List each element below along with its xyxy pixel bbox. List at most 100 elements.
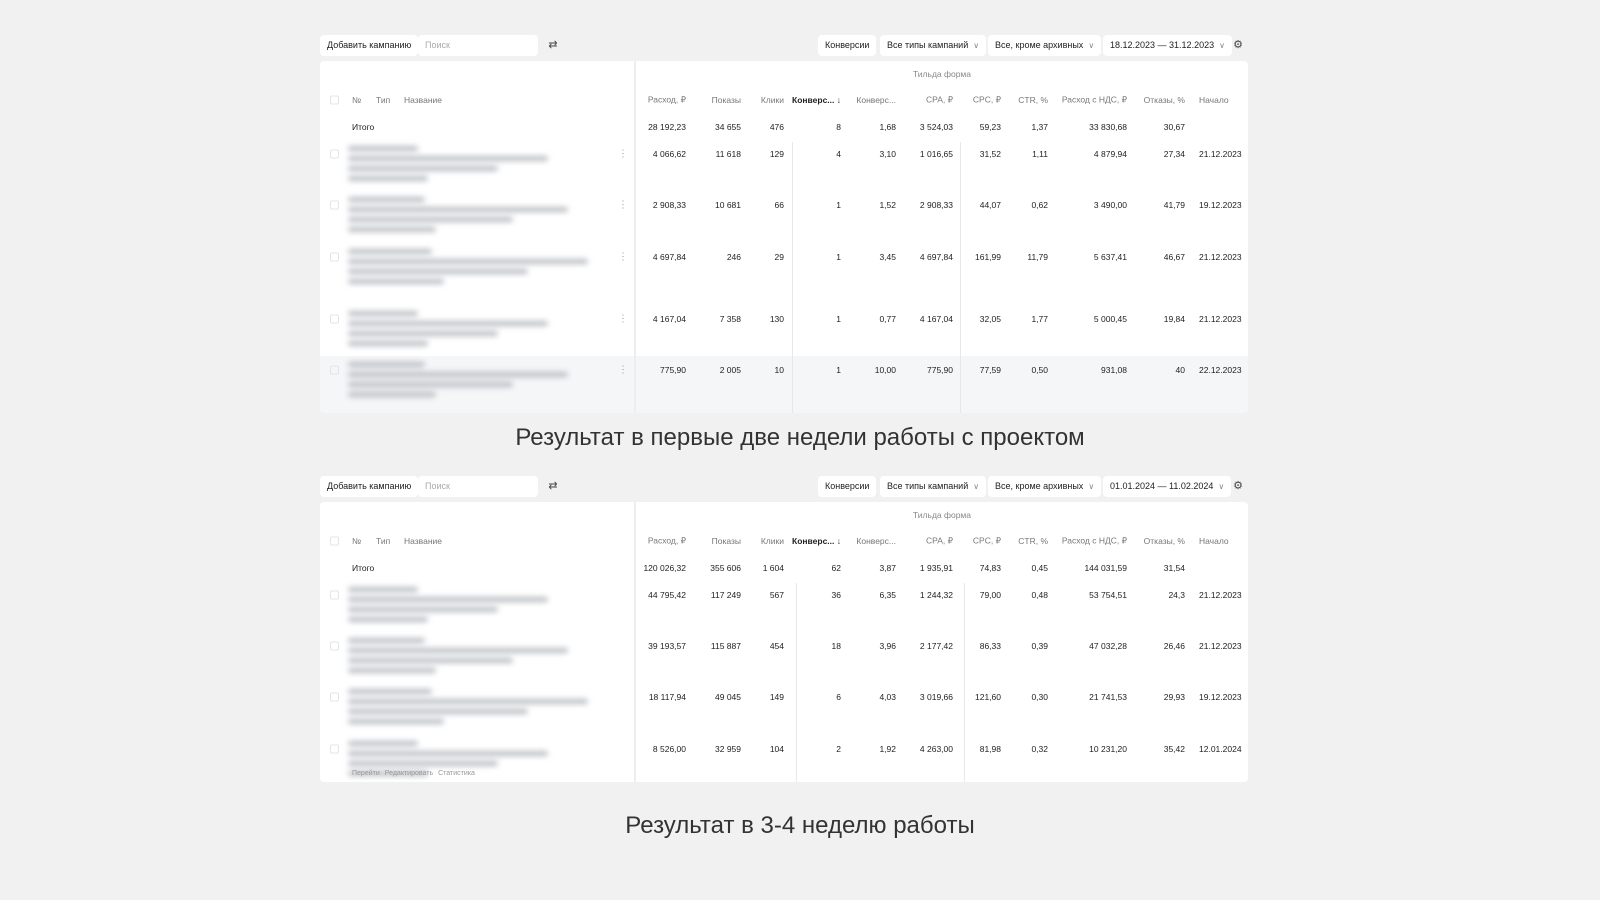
row-checkbox[interactable] bbox=[330, 314, 339, 324]
table-cell: 0,30 bbox=[1031, 692, 1048, 702]
row-checkbox[interactable] bbox=[330, 149, 339, 159]
column-header[interactable]: Клики bbox=[761, 95, 784, 105]
campaign-types-dropdown[interactable]: Все типы кампаний ∨ bbox=[880, 35, 987, 56]
row-menu-icon[interactable]: ⋮ bbox=[618, 365, 628, 376]
table-cell: 775,90 bbox=[927, 365, 953, 375]
column-header[interactable]: Название bbox=[404, 536, 442, 546]
column-header[interactable]: Отказы, % bbox=[1144, 536, 1185, 546]
row-actions: Перейти Редактировать Статистика bbox=[352, 770, 480, 777]
campaign-name-blurred[interactable] bbox=[348, 146, 548, 186]
column-header[interactable]: Начало bbox=[1199, 536, 1229, 546]
column-header[interactable]: Клики bbox=[761, 536, 784, 546]
column-header[interactable]: Конверс... bbox=[856, 95, 896, 105]
campaign-types-dropdown[interactable]: Все типы кампаний ∨ bbox=[880, 476, 987, 497]
column-header[interactable]: CPC, ₽ bbox=[973, 536, 1001, 547]
table-cell: 10 681 bbox=[715, 200, 741, 210]
column-header[interactable]: Название bbox=[404, 95, 442, 105]
toolbar: Добавить кампанию Поиск ⇄ Конверсии Все типы… bbox=[320, 476, 1248, 498]
column-header[interactable]: Расход с НДС, ₽ bbox=[1062, 536, 1127, 547]
column-header[interactable]: Отказы, % bbox=[1144, 95, 1185, 105]
column-header[interactable]: Показы bbox=[712, 536, 741, 546]
row-checkbox[interactable] bbox=[330, 365, 339, 375]
table-cell: 1,77 bbox=[1031, 314, 1048, 324]
total-value: 355 606 bbox=[710, 563, 741, 573]
row-menu-icon[interactable]: ⋮ bbox=[618, 200, 628, 211]
gear-icon[interactable]: ⚙ bbox=[1228, 476, 1248, 497]
table-cell: 1 016,65 bbox=[919, 149, 953, 159]
table-cell: 4 697,84 bbox=[919, 252, 953, 262]
row-checkbox[interactable] bbox=[330, 590, 339, 600]
table-cell: 22.12.2023 bbox=[1199, 365, 1242, 375]
column-header[interactable]: Тип bbox=[376, 95, 390, 105]
table-cell: 41,79 bbox=[1163, 200, 1185, 210]
table-cell: 0,62 bbox=[1031, 200, 1048, 210]
table-cell: 11 618 bbox=[715, 149, 741, 159]
row-menu-icon[interactable]: ⋮ bbox=[618, 149, 628, 160]
add-campaign-button[interactable]: Добавить кампанию bbox=[320, 35, 419, 56]
table-cell: 86,33 bbox=[979, 641, 1001, 651]
table-cell: 931,08 bbox=[1101, 365, 1127, 375]
add-campaign-button[interactable]: Добавить кампанию bbox=[320, 476, 419, 497]
column-header[interactable]: Расход, ₽ bbox=[648, 95, 686, 106]
campaign-name-blurred[interactable] bbox=[348, 197, 568, 237]
column-header[interactable]: Конверс... bbox=[856, 536, 896, 546]
status-filter-dropdown[interactable]: Все, кроме архивных ∨ bbox=[988, 35, 1102, 56]
search-input[interactable]: Поиск bbox=[418, 476, 538, 497]
search-input[interactable]: Поиск bbox=[418, 35, 538, 56]
table-cell: 1 bbox=[836, 200, 841, 210]
date-range-picker[interactable]: 18.12.2023 — 31.12.2023 ∨ bbox=[1103, 35, 1232, 56]
column-header[interactable]: № bbox=[352, 95, 361, 105]
column-header[interactable]: Начало bbox=[1199, 95, 1229, 105]
column-header[interactable]: CPA, ₽ bbox=[926, 536, 953, 547]
table-cell: 29 bbox=[774, 252, 784, 262]
filter-settings-icon[interactable]: ⇄ bbox=[543, 476, 563, 497]
table-cell: 0,39 bbox=[1031, 641, 1048, 651]
table-cell: 32 959 bbox=[715, 744, 741, 754]
row-action-link[interactable]: Редактировать bbox=[385, 770, 433, 777]
select-all-checkbox[interactable] bbox=[330, 536, 339, 546]
date-range-picker[interactable]: 01.01.2024 — 11.02.2024 ∨ bbox=[1103, 476, 1232, 497]
row-action-link[interactable]: Перейти bbox=[352, 770, 380, 777]
total-value: 34 655 bbox=[715, 122, 741, 132]
table-cell: 10,00 bbox=[874, 365, 896, 375]
row-menu-icon[interactable]: ⋮ bbox=[618, 314, 628, 325]
row-checkbox[interactable] bbox=[330, 692, 339, 702]
row-checkbox[interactable] bbox=[330, 744, 339, 754]
gear-icon[interactable]: ⚙ bbox=[1228, 35, 1248, 56]
column-header[interactable]: Расход, ₽ bbox=[648, 536, 686, 547]
table-cell: 2 177,42 bbox=[919, 641, 953, 651]
campaign-name-blurred[interactable] bbox=[348, 638, 568, 678]
status-filter-dropdown[interactable]: Все, кроме архивных ∨ bbox=[988, 476, 1102, 497]
campaign-name-blurred[interactable] bbox=[348, 587, 548, 627]
table-cell: 21.12.2023 bbox=[1199, 590, 1242, 600]
campaign-name-blurred[interactable] bbox=[348, 362, 568, 402]
row-checkbox[interactable] bbox=[330, 252, 339, 262]
row-action-link[interactable]: Статистика bbox=[438, 770, 475, 777]
column-header[interactable]: Расход с НДС, ₽ bbox=[1062, 95, 1127, 106]
row-checkbox[interactable] bbox=[330, 200, 339, 210]
column-header[interactable]: CPC, ₽ bbox=[973, 95, 1001, 106]
total-value: 144 031,59 bbox=[1084, 563, 1127, 573]
total-value: 1 604 bbox=[762, 563, 784, 573]
column-header[interactable]: Показы bbox=[712, 95, 741, 105]
campaign-table: Тильда форма № Тип Название Расход, ₽ Показы К… bbox=[320, 61, 1248, 413]
table-cell: 5 000,45 bbox=[1093, 314, 1127, 324]
campaign-name-blurred[interactable] bbox=[348, 311, 548, 351]
column-header[interactable]: CTR, % bbox=[1018, 536, 1048, 546]
column-header[interactable]: № bbox=[352, 536, 361, 546]
row-menu-icon[interactable]: ⋮ bbox=[618, 252, 628, 263]
campaign-name-blurred[interactable] bbox=[348, 249, 588, 289]
filter-settings-icon[interactable]: ⇄ bbox=[543, 35, 563, 56]
campaign-name-blurred[interactable] bbox=[348, 689, 588, 729]
select-all-checkbox[interactable] bbox=[330, 95, 339, 105]
total-value: 8 bbox=[836, 122, 841, 132]
conversions-button[interactable]: Конверсии bbox=[818, 35, 877, 56]
column-header[interactable]: CTR, % bbox=[1018, 95, 1048, 105]
column-header[interactable]: Конверс... ↓ bbox=[792, 536, 841, 546]
column-header[interactable]: Конверс... ↓ bbox=[792, 95, 841, 105]
row-checkbox[interactable] bbox=[330, 641, 339, 651]
column-header[interactable]: Тип bbox=[376, 536, 390, 546]
total-value: 33 830,68 bbox=[1089, 122, 1127, 132]
column-header[interactable]: CPA, ₽ bbox=[926, 95, 953, 106]
conversions-button[interactable]: Конверсии bbox=[818, 476, 877, 497]
